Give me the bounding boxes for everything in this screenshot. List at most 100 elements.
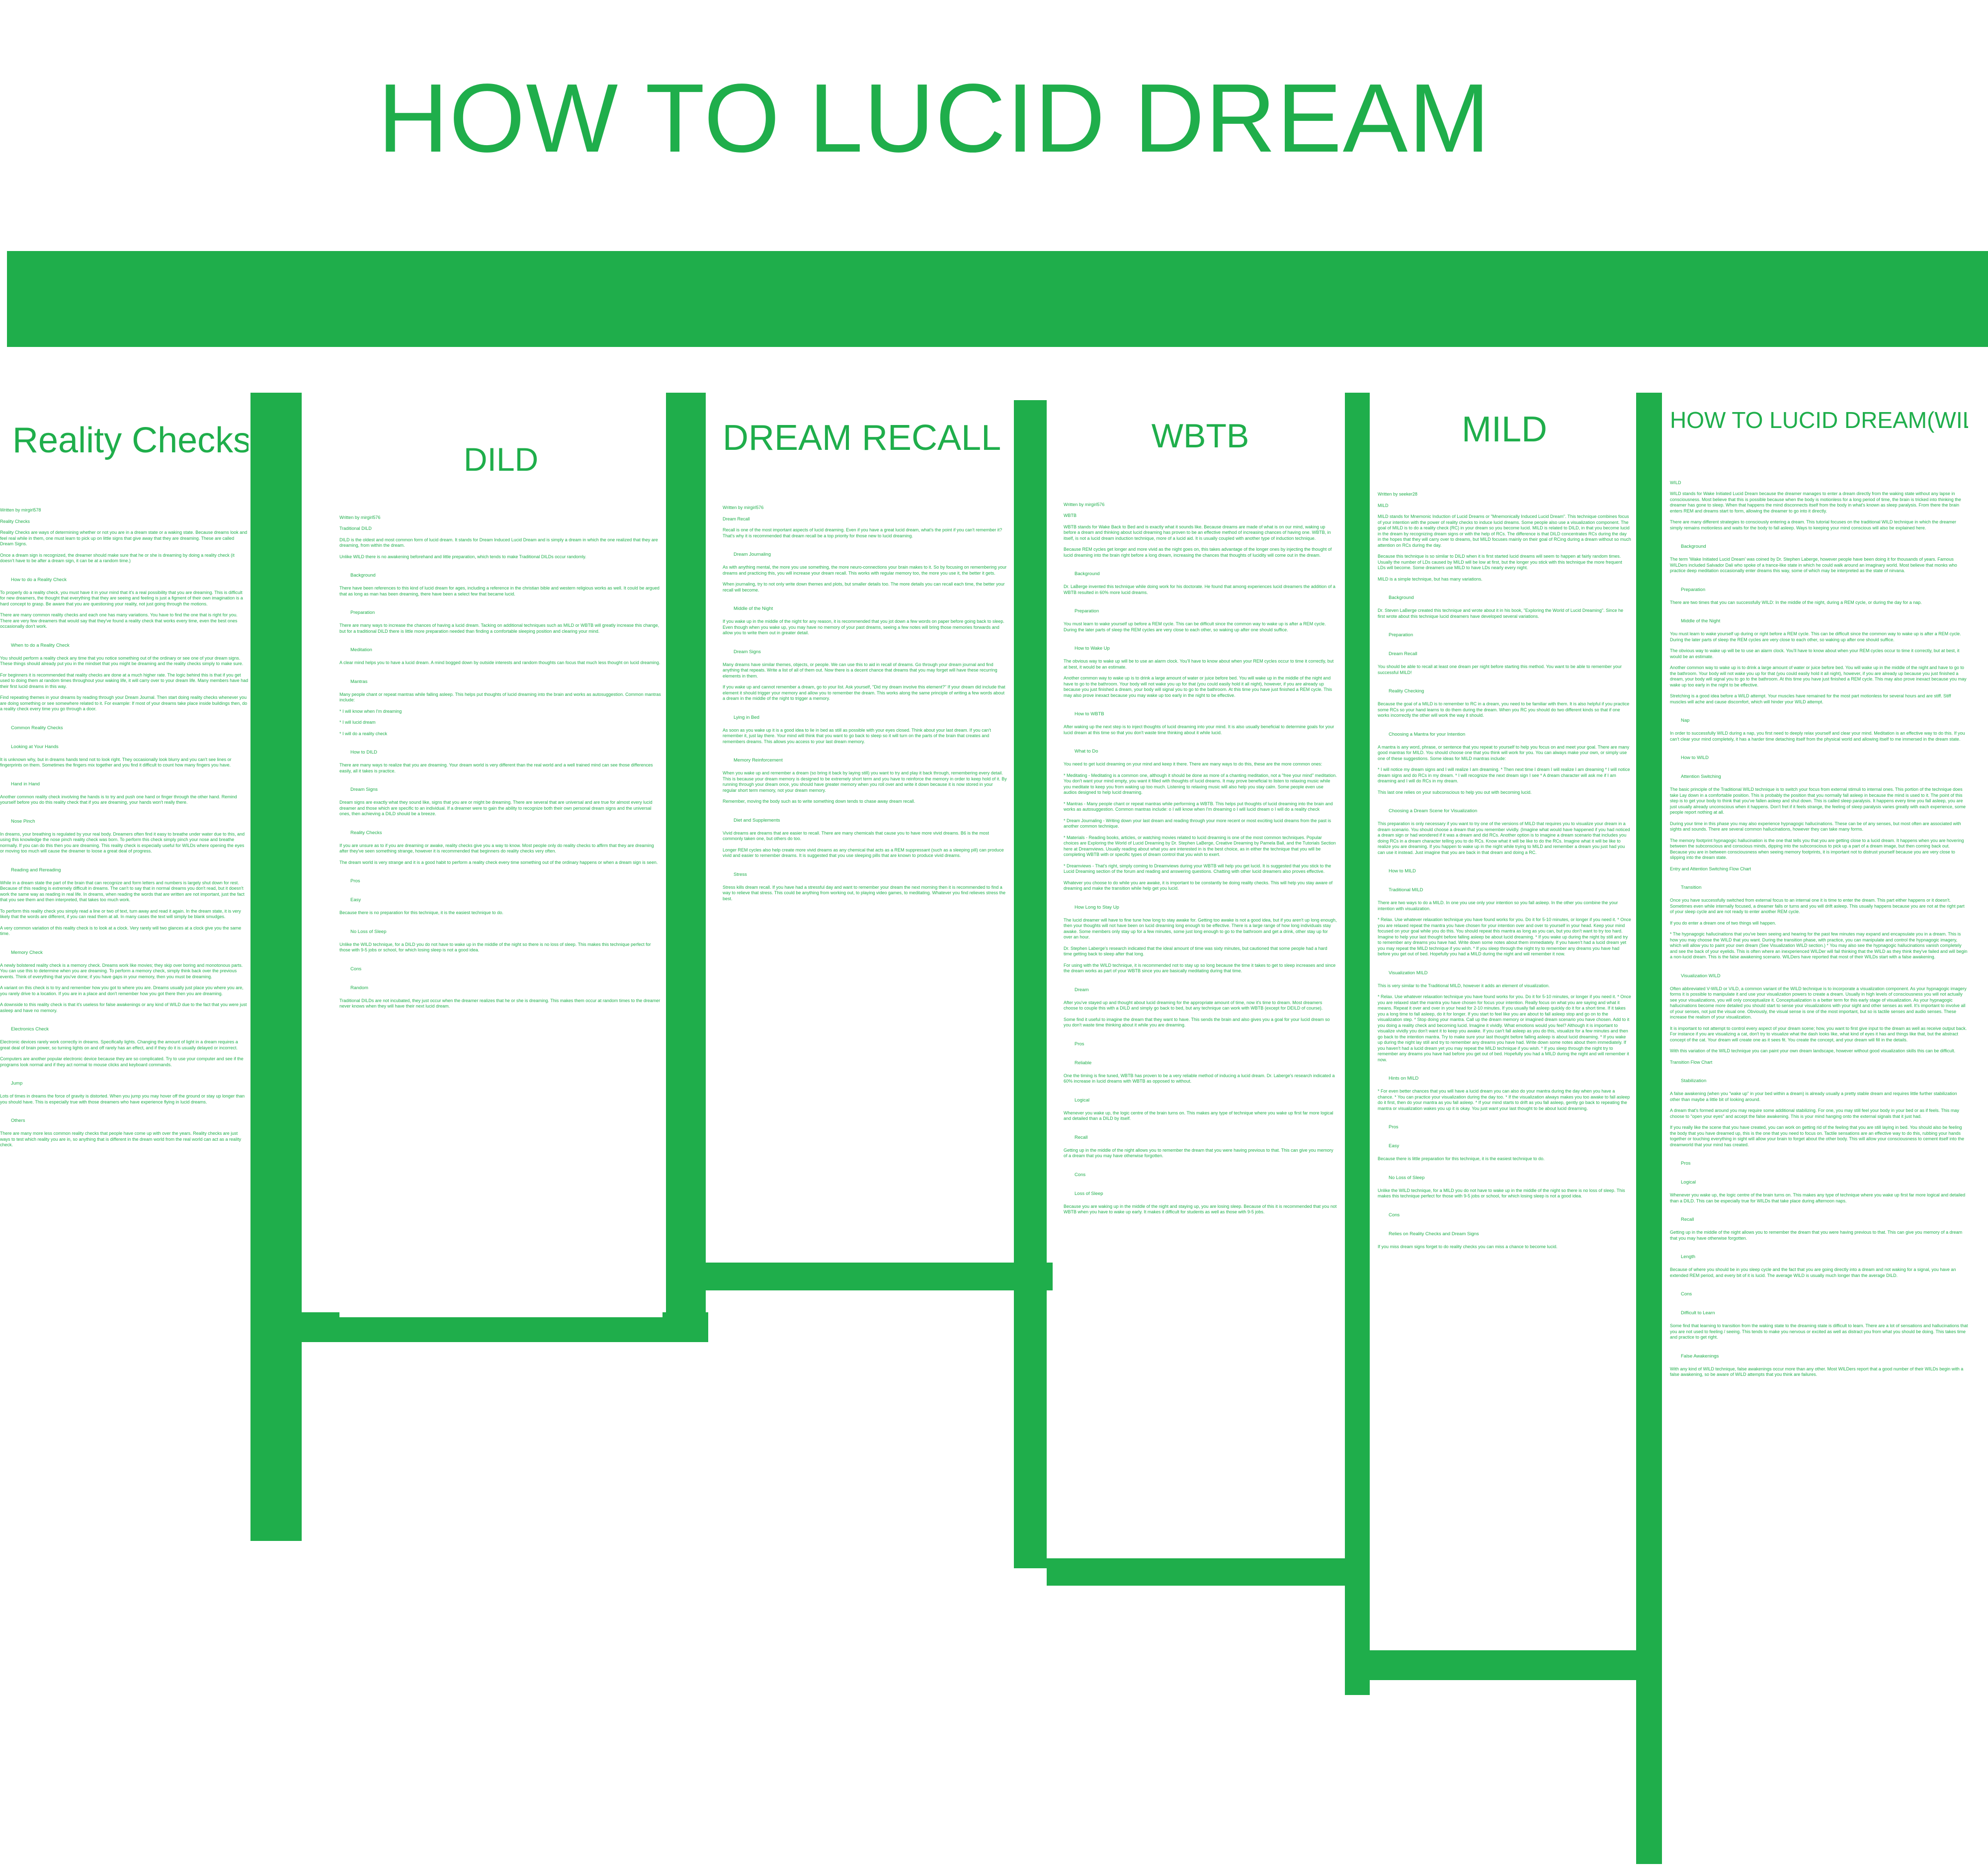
paragraph: * I will lucid dream (339, 720, 376, 725)
paragraph: The obvious way to wake up will be to us… (1670, 648, 1960, 659)
paragraph: Another common way to wake up is to drin… (1670, 665, 1967, 687)
subheading: Recall (1075, 1134, 1088, 1140)
section-heading: HOW TO LUCID DREAM(WILD) (1670, 407, 1968, 433)
subheading: Middle of the Night (1681, 618, 1721, 624)
subheading: Stabilization (1681, 1078, 1707, 1084)
frame-bar (705, 1263, 1053, 1290)
paragraph: There are many common reality checks and… (0, 612, 238, 629)
paragraph: A very common variation of this reality … (0, 925, 242, 936)
paragraph: Because you are waking up in the middle … (1064, 1203, 1337, 1215)
paragraph: Because of where you should be in you sl… (1670, 1267, 1956, 1278)
paragraph: The dream world is very strange and it i… (339, 859, 658, 865)
page-title: HOW TO LUCID DREAM (378, 64, 1491, 172)
section-body: Written by mirgirl576 Traditional DILD DIL… (339, 515, 663, 1010)
subheading: How Long to Stay Up (1075, 904, 1119, 910)
paragraph: A mantra is any word, phrase, or sentenc… (1378, 744, 1630, 761)
subheading: When to do a Reality Check (11, 642, 70, 648)
subheading: Choosing a Mantra for your Intention (1389, 731, 1466, 737)
subheading: Dream (1075, 987, 1089, 993)
paragraph: With any kind of WILD technique, false a… (1670, 1366, 1964, 1377)
paragraph: If you do enter a dream one of two thing… (1670, 920, 1776, 926)
paragraph: You must learn to wake yourself up durin… (1670, 631, 1961, 642)
paragraph: Stretching is a good idea before a WILD … (1670, 693, 1951, 704)
paragraph: This is very similar to the Traditional … (1378, 983, 1550, 988)
frame-bar (1047, 1558, 1345, 1586)
subheading: How to do a Reality Check (11, 577, 67, 583)
subheading: Background (350, 573, 376, 579)
paragraph: * I will do a reality check (339, 731, 388, 736)
paragraph: * I will know when I'm dreaming (339, 708, 402, 714)
section-body: Written by mirgirl578 Reality Checks Reali… (0, 508, 248, 1148)
paragraph: Dr. LaBerge invented this technique whil… (1064, 584, 1335, 595)
subheading: Background (1389, 595, 1414, 601)
paragraph: This last one relies on your subconsciou… (1378, 789, 1532, 795)
subheading: Dream Recall (1389, 651, 1417, 657)
paragraph: * Meditating - Meditating is a common on… (1064, 772, 1337, 795)
paragraph: There are two ways to do a MILD. In one … (1378, 900, 1618, 911)
paragraph: Getting up in the middle of the night al… (1670, 1230, 1963, 1241)
paragraph: A dream that's formed around you may req… (1670, 1108, 1959, 1119)
subheading: Pros (1389, 1124, 1399, 1130)
paragraph: Find repeating themes in your dreams by … (0, 695, 248, 712)
subheading: Choosing a Dream Scene for Visualization (1389, 808, 1478, 814)
paragraph: Whatever you choose to do while you are … (1064, 880, 1333, 891)
subheading: Jump (11, 1081, 23, 1087)
subheading: Traditional MILD (1389, 887, 1423, 893)
paragraph: If you wake up in the middle of the nigh… (723, 619, 1004, 636)
paragraph: There are many different strategies to c… (1670, 519, 1956, 530)
paragraph: Many dreams have similar themes, objects… (723, 662, 997, 679)
paragraph: Getting up in the middle of the night al… (1064, 1147, 1333, 1159)
header-band (7, 251, 1988, 347)
paragraph: * Materials - Reading books, articles, o… (1064, 835, 1336, 857)
paragraph: Because this technique is so similar to … (1378, 554, 1622, 571)
paragraph: DILD is the oldest and most common form … (339, 537, 658, 548)
subheading: Background (1075, 571, 1100, 577)
subheading: Nose Pinch (11, 818, 35, 824)
paragraph: You should perform a reality check any t… (0, 655, 244, 667)
subheading: Pros (1681, 1161, 1691, 1167)
paragraph: The basic principle of the Traditional W… (1670, 787, 1966, 815)
subheading: Preparation (1389, 632, 1413, 638)
paragraph: Many people chant or repeat mantras whil… (339, 691, 661, 703)
paragraph: Computers are another popular electronic… (0, 1056, 244, 1067)
subheading: Preparation (350, 610, 375, 616)
frame-bar (1345, 1650, 1636, 1680)
paragraph: If you wake up and cannot remember a dre… (723, 684, 1005, 701)
paragraph: * Dreamviews - That's right, simply comi… (1064, 863, 1331, 874)
paragraph: This preparation is only necessary if yo… (1378, 821, 1630, 855)
paragraph: Entry and Attention Switching Flow Chart (1670, 866, 1751, 871)
paragraph: The memory footprint hypnagogic hallucin… (1670, 838, 1964, 860)
paragraph: To perform this reality check you simply… (0, 908, 241, 920)
paragraph: * Mantras - Many people chant or repeat … (1064, 801, 1333, 812)
paragraph: In dreams, your breathing is regulated b… (0, 831, 245, 854)
subheading: Logical (1075, 1097, 1090, 1103)
paragraph: In order to successfully WILD during a n… (1670, 731, 1965, 742)
paragraph: WBTB stands for Wake Back to Bed and is … (1064, 524, 1331, 541)
section-dild: DILD Written by mirgirl576 Traditional DI… (339, 398, 663, 1317)
subheading: Logical (1681, 1180, 1696, 1186)
subheading: Loss of Sleep (1075, 1190, 1103, 1196)
subheading: How to WBTB (1075, 711, 1104, 717)
paragraph: The obvious way to wake up will be to us… (1064, 659, 1334, 670)
paragraph: Unlike WILD there is no awakening before… (339, 554, 586, 559)
subheading: Cons (1389, 1212, 1400, 1218)
paragraph: Recall is one of the most important aspe… (723, 527, 1002, 538)
subheading: Transition (1681, 885, 1702, 891)
subheading: Hints on MILD (1389, 1076, 1419, 1082)
subheading: Random (350, 985, 368, 991)
section-body: Written by mirgirl576 WBTB WBTB stands for… (1064, 502, 1337, 1215)
subheading: Stress (734, 871, 747, 877)
paragraph: The lucid dreamer will have to fine tune… (1064, 917, 1337, 940)
subheading: Electronics Check (11, 1026, 49, 1032)
subheading: Background (1681, 544, 1706, 550)
paragraph: Some find it useful to imagine the dream… (1064, 1017, 1330, 1028)
paragraph: Another common way to wake up is to drin… (1064, 676, 1332, 698)
subheading: Meditation (350, 647, 372, 653)
subheading: Dream Journaling (734, 552, 771, 558)
subheading: Pros (1075, 1041, 1084, 1047)
paragraph: There have been references to this kind … (339, 586, 660, 596)
paragraph: As with anything mental, the more you us… (723, 565, 1007, 576)
paragraph: A false awakening (when you "wake up" in… (1670, 1091, 1957, 1102)
paragraph: A variant on this check is to try and re… (0, 985, 244, 996)
paragraph: After waking up the next step is to inje… (1064, 724, 1334, 735)
